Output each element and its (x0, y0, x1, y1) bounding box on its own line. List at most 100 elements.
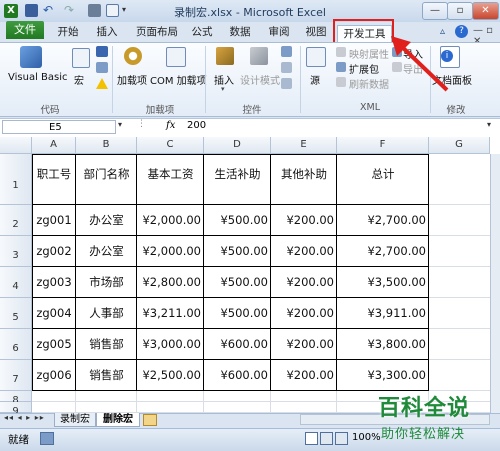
macro-recording-icon[interactable] (40, 432, 54, 445)
formula-input[interactable]: 200 (187, 120, 206, 131)
table-cell[interactable]: zg003 (32, 267, 76, 298)
column-header[interactable]: D (204, 137, 271, 154)
select-all-corner[interactable] (0, 137, 32, 154)
column-header[interactable]: A (32, 137, 76, 154)
insert-dropdown-icon[interactable]: ▾ (221, 85, 225, 93)
map-properties-button[interactable]: 映射属性 (349, 46, 389, 61)
row-header[interactable]: 4 (0, 267, 32, 298)
run-dialog-icon[interactable] (281, 78, 292, 89)
design-mode-button[interactable]: 设计模式 (240, 72, 280, 87)
table-cell[interactable]: ¥500.00 (204, 298, 271, 329)
tab-insert[interactable]: 插入 (91, 24, 123, 40)
table-header-cell[interactable]: 生活补助 (204, 154, 271, 205)
table-cell[interactable]: ¥2,700.00 (337, 205, 429, 236)
view-code-icon[interactable] (281, 62, 292, 73)
table-cell[interactable]: zg001 (32, 205, 76, 236)
row-header[interactable]: 9 (0, 402, 32, 417)
table-cell[interactable]: ¥2,800.00 (137, 267, 204, 298)
macro-security-icon[interactable] (96, 78, 108, 89)
tab-page-layout[interactable]: 页面布局 (132, 24, 182, 40)
tab-review[interactable]: 审阅 (264, 24, 294, 40)
table-header-cell[interactable]: 其他补助 (271, 154, 337, 205)
refresh-data-button[interactable]: 刷新数据 (349, 76, 389, 91)
table-cell[interactable]: ¥3,300.00 (337, 360, 429, 391)
tab-file[interactable]: 文件 (6, 21, 44, 39)
table-cell[interactable]: ¥200.00 (271, 205, 337, 236)
table-cell[interactable]: ¥3,211.00 (137, 298, 204, 329)
table-cell[interactable]: ¥2,700.00 (337, 236, 429, 267)
tab-home[interactable]: 开始 (52, 24, 84, 40)
table-cell[interactable]: ¥500.00 (204, 236, 271, 267)
row-header[interactable]: 1 (0, 154, 32, 205)
table-header-cell[interactable]: 总计 (337, 154, 429, 205)
addins-button[interactable]: 加载项 (117, 72, 147, 87)
column-header[interactable]: C (137, 137, 204, 154)
page-layout-view-icon[interactable] (320, 432, 333, 445)
row-header[interactable]: 7 (0, 360, 32, 391)
name-box[interactable]: E5 (2, 120, 116, 134)
table-cell[interactable]: 销售部 (76, 360, 137, 391)
column-header[interactable]: G (429, 137, 490, 154)
sheet-tab-record-macro[interactable]: 录制宏 (54, 413, 96, 427)
visual-basic-button[interactable]: Visual Basic (8, 72, 68, 83)
table-cell[interactable]: ¥600.00 (204, 329, 271, 360)
table-cell[interactable]: ¥2,000.00 (137, 205, 204, 236)
com-addins-button[interactable]: COM 加载项 (150, 72, 207, 87)
help-icon[interactable]: ? (455, 25, 468, 38)
table-cell[interactable]: zg005 (32, 329, 76, 360)
column-header[interactable]: B (76, 137, 137, 154)
source-button[interactable]: 源 (310, 72, 320, 87)
macros-button[interactable]: 宏 (74, 72, 84, 87)
table-cell[interactable]: zg006 (32, 360, 76, 391)
table-cell[interactable]: 人事部 (76, 298, 137, 329)
row-header[interactable]: 3 (0, 236, 32, 267)
table-cell[interactable]: ¥2,000.00 (137, 236, 204, 267)
table-cell[interactable]: ¥3,500.00 (337, 267, 429, 298)
table-cell[interactable]: 销售部 (76, 329, 137, 360)
row-header[interactable]: 2 (0, 205, 32, 236)
table-header-cell[interactable]: 基本工资 (137, 154, 204, 205)
table-cell[interactable]: zg004 (32, 298, 76, 329)
table-cell[interactable]: ¥200.00 (271, 236, 337, 267)
row-header[interactable]: 5 (0, 298, 32, 329)
tab-data[interactable]: 数据 (225, 24, 255, 40)
table-cell[interactable]: ¥500.00 (204, 267, 271, 298)
relative-reference-icon[interactable] (96, 62, 108, 73)
table-cell[interactable]: ¥500.00 (204, 205, 271, 236)
table-cell[interactable]: ¥200.00 (271, 329, 337, 360)
normal-view-icon[interactable] (305, 432, 318, 445)
insert-function-button[interactable]: fx (166, 120, 175, 131)
table-cell[interactable]: 办公室 (76, 236, 137, 267)
table-cell[interactable]: ¥2,500.00 (137, 360, 204, 391)
properties-icon[interactable] (281, 46, 292, 57)
table-cell[interactable]: ¥200.00 (271, 267, 337, 298)
expand-formula-bar-icon[interactable]: ▾ (487, 120, 491, 129)
column-header[interactable]: F (337, 137, 429, 154)
minimize-button[interactable]: — (422, 2, 448, 20)
column-header[interactable]: E (271, 137, 337, 154)
table-header-cell[interactable]: 部门名称 (76, 154, 137, 205)
table-cell[interactable]: ¥3,800.00 (337, 329, 429, 360)
insert-sheet-icon[interactable] (143, 414, 157, 426)
sheet-nav-arrows-icon[interactable]: ◂◂ ◂ ▸ ▸▸ (4, 413, 45, 422)
tab-formulas[interactable]: 公式 (187, 24, 217, 40)
expansion-packs-button[interactable]: 扩展包 (349, 61, 379, 76)
table-cell[interactable]: 市场部 (76, 267, 137, 298)
table-cell[interactable]: ¥200.00 (271, 360, 337, 391)
table-cell[interactable]: ¥600.00 (204, 360, 271, 391)
row-header[interactable]: 6 (0, 329, 32, 360)
maximize-button[interactable]: ▫ (447, 2, 473, 20)
close-button[interactable]: ✕ (472, 2, 499, 20)
table-cell[interactable]: ¥3,911.00 (337, 298, 429, 329)
record-macro-icon[interactable] (96, 46, 108, 57)
zoom-level[interactable]: 100% (352, 432, 381, 443)
table-cell[interactable]: zg002 (32, 236, 76, 267)
table-cell[interactable]: ¥3,000.00 (137, 329, 204, 360)
row-header[interactable]: 8 (0, 391, 32, 406)
table-header-cell[interactable]: 职工号 (32, 154, 76, 205)
page-break-view-icon[interactable] (335, 432, 348, 445)
name-box-dropdown-icon[interactable]: ▾ (118, 120, 122, 129)
sheet-tab-delete-macro[interactable]: 删除宏 (96, 413, 140, 427)
tab-view[interactable]: 视图 (301, 24, 331, 40)
table-cell[interactable]: 办公室 (76, 205, 137, 236)
